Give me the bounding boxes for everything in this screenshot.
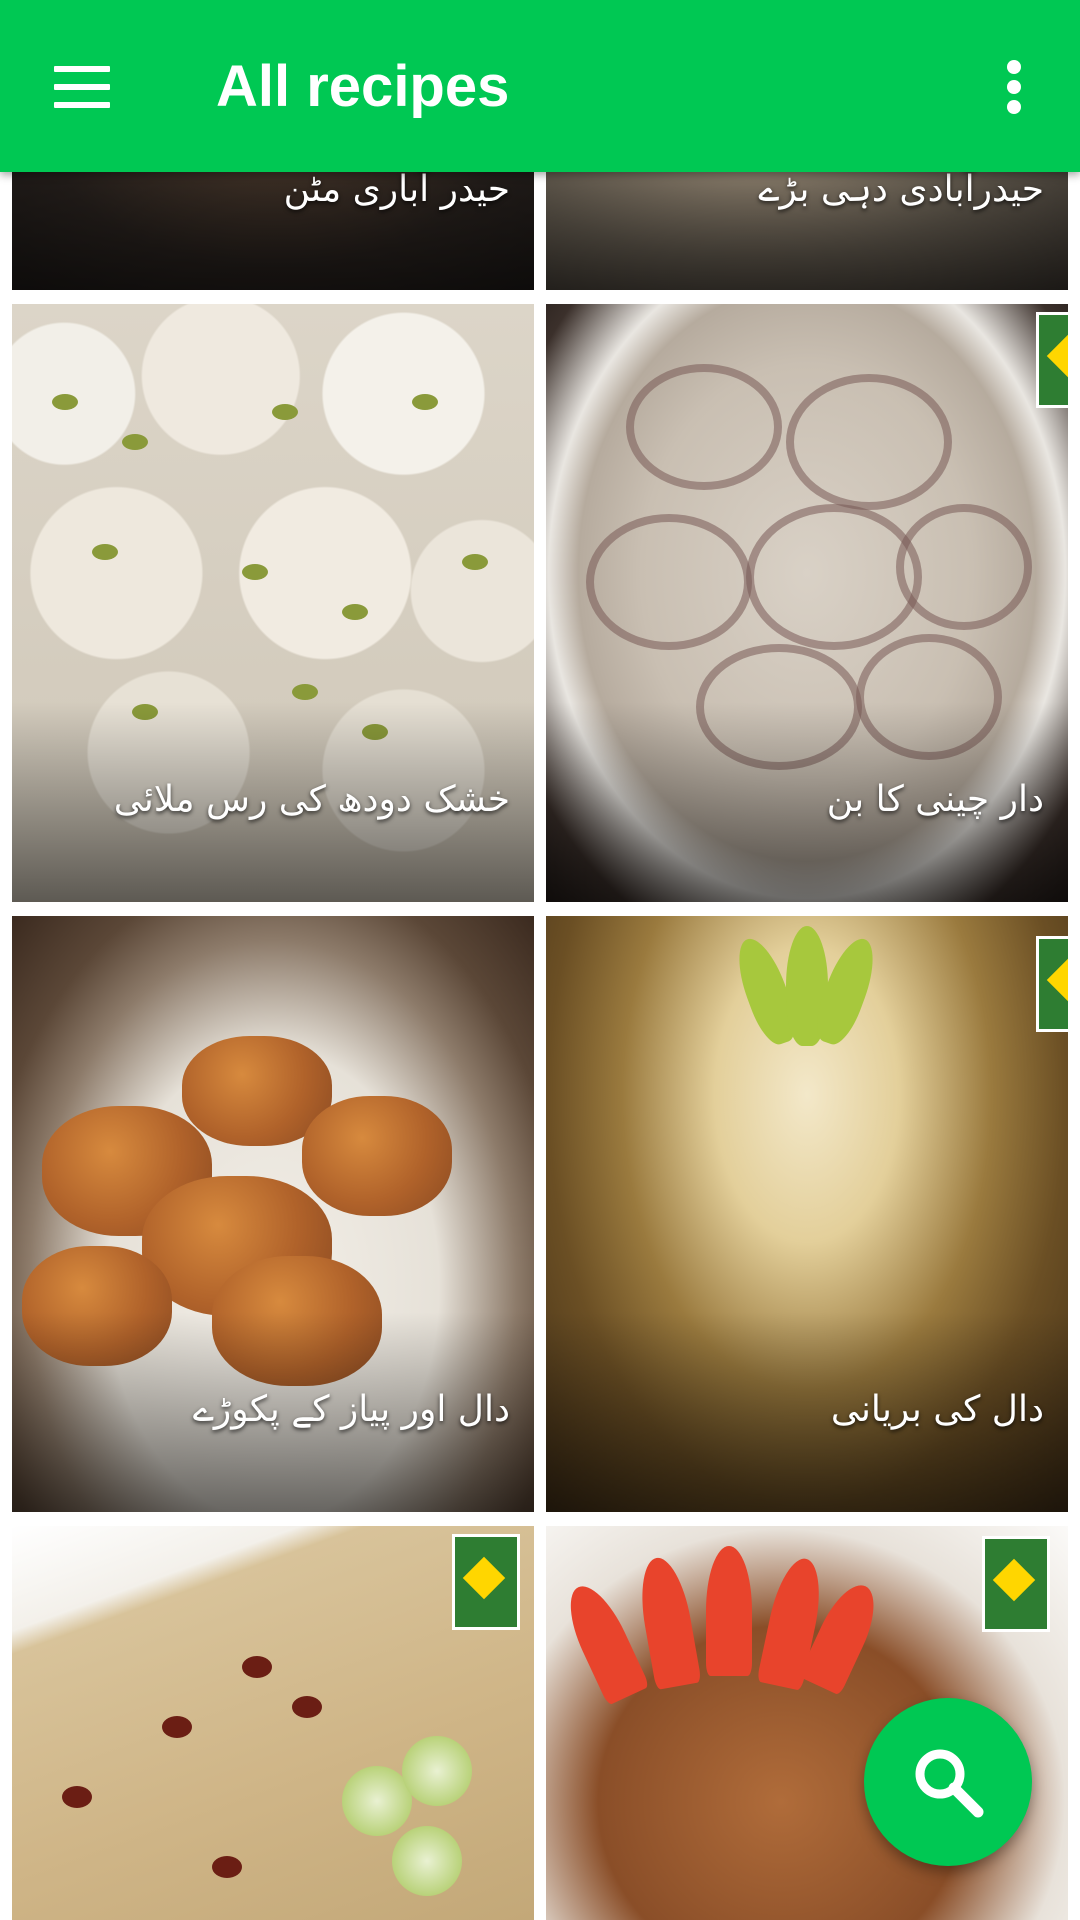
app-bar: All recipes: [0, 0, 1080, 172]
page-title: All recipes: [216, 54, 510, 119]
search-button[interactable]: [864, 1698, 1032, 1866]
recipe-card[interactable]: دال کی بریانی: [546, 916, 1068, 1512]
hamburger-menu-icon[interactable]: [40, 46, 128, 126]
more-vertical-icon[interactable]: [990, 56, 1038, 116]
recipe-title: خشک دودھ کی رس ملائی: [113, 779, 510, 820]
channel-logo: [1036, 936, 1068, 1032]
recipe-title: دار چینی کا بن: [826, 779, 1044, 820]
channel-logo: [452, 1534, 520, 1630]
recipe-card[interactable]: [12, 1526, 534, 1920]
recipe-title: حیدرآبادی دہی بڑے: [758, 169, 1044, 210]
search-icon: [915, 1749, 984, 1818]
channel-logo: [982, 1536, 1050, 1632]
recipe-title: دال اور پیاز کے پکوڑے: [192, 1389, 510, 1430]
recipe-title: حیدر آباری مٹن: [283, 169, 510, 210]
channel-logo: [1036, 312, 1068, 408]
recipe-title: دال کی بریانی: [830, 1389, 1044, 1430]
recipe-card[interactable]: خشک دودھ کی رس ملائی: [12, 304, 534, 902]
recipe-card[interactable]: دال اور پیاز کے پکوڑے: [12, 916, 534, 1512]
recipe-card[interactable]: دار چینی کا بن: [546, 304, 1068, 902]
recipes-screen: All recipes حیدر آباری مٹن حیدرآبادی دہی…: [0, 0, 1080, 1920]
